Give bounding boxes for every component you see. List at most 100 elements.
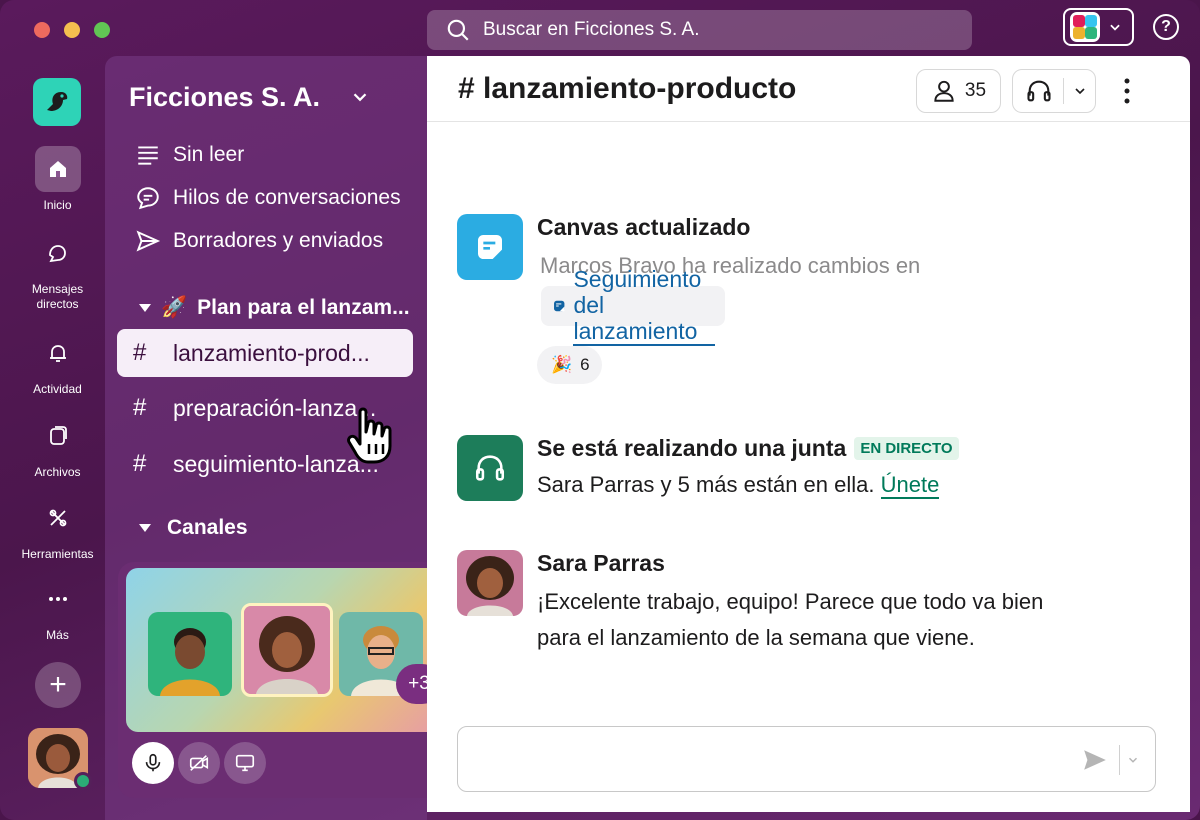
unread-icon	[138, 146, 158, 165]
hash-icon: #	[133, 394, 147, 421]
camera-off-icon	[189, 755, 209, 771]
member-count: 35	[964, 80, 987, 101]
rail-label: Inicio	[43, 198, 72, 212]
huddle-video-area: +3	[126, 568, 444, 732]
microphone-icon	[145, 753, 161, 772]
author-avatar[interactable]	[457, 550, 523, 616]
channel-label: lanzamiento-prod...	[173, 339, 370, 366]
canvas-link-label: Seguimiento del lanzamiento	[573, 266, 715, 346]
help-icon: ?	[1161, 18, 1171, 35]
huddle-text: Sara Parras y 5 más están en ella.	[537, 472, 875, 497]
section-channels[interactable]: Canales	[139, 516, 248, 540]
hash-icon: #	[133, 339, 147, 366]
channel-item-lanzamiento-producto[interactable]: # lanzamiento-prod...	[117, 329, 413, 377]
chevron-down-icon[interactable]	[1072, 83, 1088, 99]
app-window: Buscar en Ficciones S. A. ? Inicio Mensa…	[0, 0, 1200, 820]
caret-down-icon	[139, 304, 151, 312]
person-icon	[934, 80, 954, 102]
rail-label: Herramientas	[21, 547, 94, 561]
rocket-emoji: 🚀	[161, 296, 188, 319]
divider	[1119, 745, 1120, 775]
hash-icon: #	[133, 450, 147, 477]
rail-item-home[interactable]: Inicio	[0, 146, 115, 212]
chevron-down-icon[interactable]	[1126, 753, 1140, 767]
live-badge: EN DIRECTO	[854, 437, 959, 460]
more-icon	[35, 576, 81, 622]
message-line: ¡Excelente trabajo, equipo! Parece que t…	[537, 589, 1044, 614]
rail-label: Más	[46, 628, 69, 642]
nav-drafts[interactable]: Borradores y enviados	[135, 228, 383, 254]
canvas-icon	[457, 214, 523, 280]
workspace-name[interactable]: Ficciones S. A.	[129, 82, 320, 113]
search-bar[interactable]: Buscar en Ficciones S. A.	[427, 10, 972, 50]
participant-tile-active[interactable]	[241, 603, 333, 697]
huddle-button[interactable]	[1012, 69, 1096, 113]
rail-label: Archivos	[34, 465, 81, 479]
join-link[interactable]: Únete	[880, 472, 940, 499]
channel-view: # lanzamiento-producto 35 Canvas actuali…	[427, 56, 1190, 812]
huddle-panel[interactable]: +3	[118, 562, 450, 798]
section-label: Plan para el lanzam...	[197, 296, 410, 319]
bell-icon	[35, 330, 81, 376]
workspace-logo-icon	[1070, 12, 1100, 42]
search-icon	[447, 19, 469, 41]
huddle-title: Se está realizando una junta	[537, 435, 847, 461]
message-composer[interactable]	[457, 726, 1156, 792]
screen-share-button[interactable]	[224, 742, 266, 784]
section-plan[interactable]: 🚀 Plan para el lanzam...	[139, 296, 410, 320]
chevron-down-icon	[1110, 24, 1120, 31]
help-button[interactable]: ?	[1153, 14, 1179, 40]
message-line: para el lanzamiento de la semana que vie…	[537, 625, 975, 650]
channel-header: # lanzamiento-producto 35	[427, 56, 1190, 122]
reaction-count: 6	[580, 355, 590, 374]
close-window-button[interactable]	[34, 22, 50, 38]
nav-label: Borradores y enviados	[173, 229, 384, 252]
reaction-pill[interactable]: 🎉 6	[537, 346, 602, 384]
home-icon	[34, 146, 81, 192]
tools-icon	[35, 495, 81, 541]
channel-title[interactable]: # lanzamiento-producto	[458, 72, 796, 106]
author-name[interactable]: Sara Parras	[537, 550, 665, 577]
rail-label: Mensajes directos	[31, 282, 84, 311]
message-text: Sara Parras y 5 más están en ella. Únete	[537, 467, 940, 503]
members-button[interactable]: 35	[916, 69, 1001, 113]
add-workspace-button[interactable]: +	[35, 662, 81, 708]
divider	[1063, 78, 1064, 104]
message-title: Canvas actualizado	[537, 214, 751, 240]
rail-label: Actividad	[33, 382, 82, 396]
chat-bubbles-icon	[35, 230, 81, 276]
nav-threads[interactable]: Hilos de conversaciones	[135, 185, 401, 211]
canvas-doc-icon	[554, 300, 565, 312]
rail-item-activity[interactable]: Actividad	[0, 330, 115, 396]
rail-item-dms[interactable]: Mensajes directos	[0, 230, 115, 312]
nav-unread[interactable]: Sin leer	[135, 142, 244, 168]
send-icon[interactable]	[1081, 747, 1109, 773]
presence-indicator	[74, 772, 92, 790]
minimize-window-button[interactable]	[64, 22, 80, 38]
workspace-switcher[interactable]	[1063, 8, 1134, 46]
nav-label: Sin leer	[173, 143, 245, 166]
caret-down-icon	[139, 524, 151, 532]
search-placeholder: Buscar en Ficciones S. A.	[483, 19, 700, 40]
headphones-icon	[457, 435, 523, 501]
canvas-link[interactable]: Seguimiento del lanzamiento	[541, 266, 725, 346]
hand-cursor-icon	[347, 407, 392, 464]
workspace-bird-logo[interactable]	[33, 78, 81, 126]
rail-item-tools[interactable]: Herramientas	[0, 495, 115, 561]
section-label: Canales	[167, 516, 248, 539]
screen-icon	[235, 754, 255, 772]
mic-toggle-button[interactable]	[132, 742, 174, 784]
zoom-window-button[interactable]	[94, 22, 110, 38]
app-rail: Inicio Mensajes directos Actividad Archi…	[0, 56, 105, 820]
kebab-menu-icon[interactable]	[1117, 76, 1137, 106]
participant-tile[interactable]	[148, 612, 232, 696]
nav-label: Hilos de conversaciones	[173, 186, 401, 209]
headphones-icon	[1027, 80, 1051, 102]
rail-item-files[interactable]: Archivos	[0, 413, 115, 479]
chevron-down-icon[interactable]	[349, 86, 371, 108]
rail-item-more[interactable]: Más	[0, 576, 115, 642]
files-icon	[35, 413, 81, 459]
message-title: Se está realizando una junta EN DIRECTO	[537, 435, 959, 462]
camera-toggle-button[interactable]	[178, 742, 220, 784]
bird-icon	[47, 92, 68, 111]
